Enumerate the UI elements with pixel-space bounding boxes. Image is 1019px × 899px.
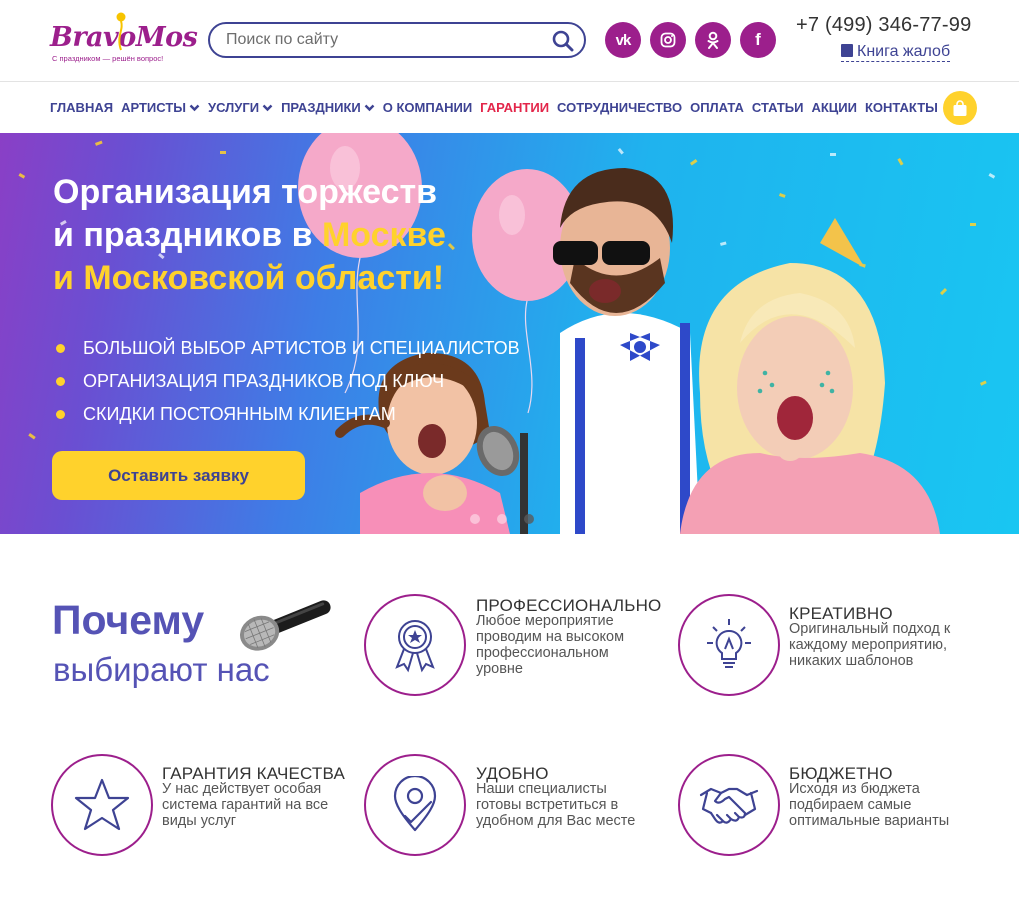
chevron-down-icon <box>189 104 200 111</box>
feature-text: Исходя из бюджета подбираем самые оптима… <box>789 781 950 829</box>
why-subtitle: выбирают нас <box>53 651 270 688</box>
lightbulb-icon <box>707 619 751 668</box>
nav-item-label: СТАТЬИ <box>751 100 804 115</box>
feature-icon-circle <box>364 754 466 856</box>
shopping-bag-icon <box>953 99 967 116</box>
slider-dot-1[interactable] <box>470 514 480 524</box>
slider-dot-3[interactable] <box>524 514 534 524</box>
nav-item[interactable]: ГЛАВНАЯ <box>50 100 113 115</box>
cart-button[interactable] <box>943 91 977 125</box>
feature-icon-circle <box>364 594 466 696</box>
nav-list: ГЛАВНАЯ АРТИСТЫ УСЛУГИ ПРАЗДНИКИ О КОМПАНИИ Г… <box>50 100 946 115</box>
star-icon <box>74 778 130 831</box>
hero-title-line1: Организация торжеств <box>53 173 438 211</box>
nav-item[interactable]: ГАРАНТИИ <box>480 100 549 115</box>
feature-text: Оригинальный подход к каждому мероприяти… <box>789 621 951 669</box>
vk-icon[interactable]: vk <box>605 22 641 58</box>
handshake-icon <box>699 787 759 824</box>
complaints-label: Книга жалоб <box>857 43 951 60</box>
location-check-icon <box>393 776 437 832</box>
nav-item-label: ОПЛАТА <box>690 100 744 115</box>
leave-request-button[interactable]: Оставить заявку <box>52 451 305 500</box>
nav-item-label: ГЛАВНАЯ <box>50 100 114 115</box>
nav-item-label: УСЛУГИ <box>207 100 260 115</box>
nav-item[interactable]: УСЛУГИ <box>208 100 273 115</box>
hero-banner: Организация торжеств и праздников в Моск… <box>0 133 1019 534</box>
facebook-label: f <box>755 30 761 49</box>
feature-text: Наши специалисты готовы встретиться в уд… <box>476 781 636 829</box>
facebook-icon[interactable]: f <box>740 22 776 58</box>
feature-icon-circle <box>678 594 780 696</box>
logo[interactable]: BravoMos С праздником — решён вопрос! <box>50 12 198 68</box>
nav-item[interactable]: КОНТАКТЫ <box>865 100 938 115</box>
hero-benefit: Большой выбор артистов и специалистов <box>53 332 520 365</box>
nav-item[interactable]: ПРАЗДНИКИ <box>281 100 375 115</box>
microphone-image <box>239 600 331 651</box>
nav-item-label: ПРАЗДНИКИ <box>281 100 361 115</box>
site-header: BravoMos С праздником — решён вопрос! vk… <box>0 0 1019 82</box>
hero-benefit: Скидки постоянным клиентам <box>53 398 520 431</box>
hero-title-line3: и Московской области! <box>53 259 445 297</box>
nav-item[interactable]: СОТРУДНИЧЕСТВО <box>557 100 682 115</box>
slider-dot-2[interactable] <box>497 514 507 524</box>
logo-microphone-icon <box>116 12 126 51</box>
nav-item[interactable]: СТАТЬИ <box>752 100 804 115</box>
search-box <box>208 22 586 58</box>
odnoklassniki-icon[interactable] <box>695 22 731 58</box>
hero-title-line2-yellow: Москве <box>321 216 446 254</box>
hero-benefits-list: Большой выбор артистов и специалистов Ор… <box>53 332 520 431</box>
instagram-icon[interactable] <box>650 22 686 58</box>
feature-text: Любое мероприятие проводим на высоком пр… <box>476 613 625 677</box>
search-input[interactable] <box>226 30 546 50</box>
nav-item[interactable]: ОПЛАТА <box>690 100 744 115</box>
hero-benefit: Организация праздников под ключ <box>53 365 520 398</box>
book-icon <box>841 44 853 57</box>
slider-dots <box>470 514 551 524</box>
nav-item[interactable]: АРТИСТЫ <box>121 100 200 115</box>
chevron-down-icon <box>364 104 375 111</box>
feature-text: У нас действует особая система гарантий … <box>162 781 329 829</box>
hero-title-line2-white: и праздников в <box>53 216 322 254</box>
nav-item[interactable]: АКЦИИ <box>811 100 857 115</box>
nav-item-label: АРТИСТЫ <box>121 100 186 115</box>
nav-item-label: АКЦИИ <box>811 100 857 115</box>
nav-item-label: О КОМПАНИИ <box>382 100 473 115</box>
main-nav: ГЛАВНАЯ АРТИСТЫ УСЛУГИ ПРАЗДНИКИ О КОМПАНИИ Г… <box>0 83 1019 133</box>
feature-icon-circle <box>678 754 780 856</box>
phone-number[interactable]: +7 (499) 346-77-99 <box>796 14 971 37</box>
nav-item-label: КОНТАКТЫ <box>864 100 938 115</box>
award-ribbon-icon <box>395 620 435 673</box>
complaints-link[interactable]: Книга жалоб <box>841 43 951 62</box>
feature-icon-circle <box>51 754 153 856</box>
why-title: Почему <box>52 597 205 643</box>
hero-title: Организация торжеств и праздников в Моск… <box>53 171 573 300</box>
hero-title-line2: и праздников в Москве <box>53 214 573 257</box>
chevron-down-icon <box>262 104 273 111</box>
nav-item[interactable]: О КОМПАНИИ <box>383 100 472 115</box>
logo-slogan: С праздником — решён вопрос! <box>52 54 164 63</box>
search-icon[interactable] <box>552 30 574 52</box>
vk-label: vk <box>615 31 632 49</box>
nav-item-label: СОТРУДНИЧЕСТВО <box>557 100 683 115</box>
nav-item-label: ГАРАНТИИ <box>480 100 550 115</box>
